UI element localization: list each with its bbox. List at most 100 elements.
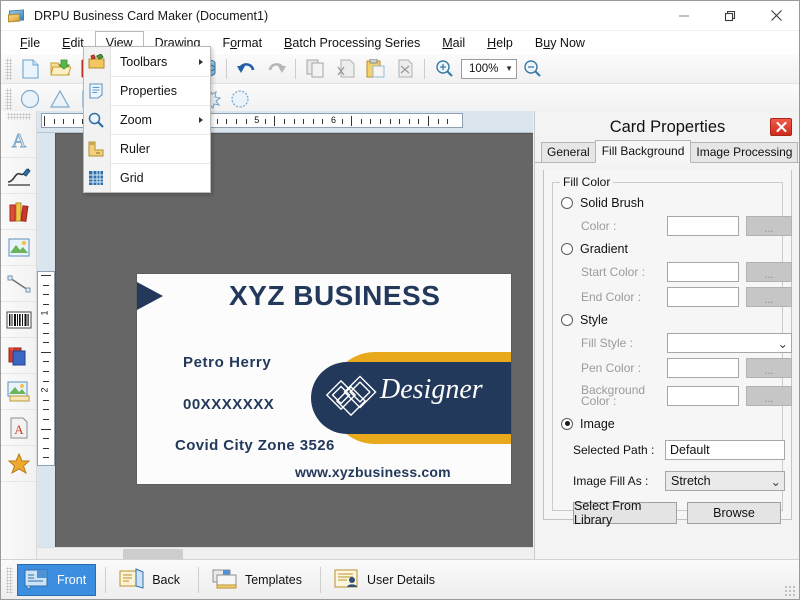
new-document-icon[interactable] bbox=[15, 56, 45, 82]
ruler-label: 5 bbox=[253, 115, 261, 125]
vertical-ruler[interactable]: 1 2 3 bbox=[37, 271, 55, 466]
background-color-input[interactable] bbox=[667, 386, 739, 406]
resize-grip[interactable] bbox=[784, 585, 796, 597]
radio-solid-brush[interactable]: Solid Brush bbox=[561, 193, 774, 212]
open-folder-icon[interactable] bbox=[45, 56, 75, 82]
toolbar-separator bbox=[295, 58, 296, 79]
fill-color-group: Fill Color Solid Brush Color : ... Gradi… bbox=[552, 175, 792, 527]
zoom-level-combo[interactable]: 100% ▼ bbox=[461, 58, 517, 79]
cut-icon[interactable] bbox=[330, 56, 360, 82]
radio-style[interactable]: Style bbox=[561, 310, 774, 329]
menu-item-grid[interactable]: Grid bbox=[89, 163, 210, 192]
color-browse-button[interactable]: ... bbox=[746, 216, 792, 236]
bottom-item-templates[interactable]: Templates bbox=[206, 564, 311, 596]
radio-image[interactable]: Image bbox=[561, 414, 774, 433]
start-color-input[interactable] bbox=[667, 262, 739, 282]
toolbar-grip[interactable] bbox=[5, 87, 12, 110]
ruler-tick bbox=[303, 119, 305, 124]
ruler-tick bbox=[351, 116, 353, 126]
triangle-icon[interactable] bbox=[45, 86, 75, 112]
ruler-tick bbox=[43, 438, 49, 440]
library-tool[interactable] bbox=[1, 194, 36, 230]
ruler-tick bbox=[41, 275, 51, 276]
zoom-out-icon[interactable] bbox=[517, 56, 547, 82]
menu-mail[interactable]: Mail bbox=[431, 31, 476, 54]
menu-format[interactable]: Format bbox=[211, 31, 273, 54]
image-tool[interactable] bbox=[1, 230, 36, 266]
ruler-tick bbox=[284, 119, 285, 124]
paste-icon[interactable] bbox=[360, 56, 390, 82]
bottom-item-user-details[interactable]: User Details bbox=[328, 564, 444, 596]
radio-solid-brush-control[interactable] bbox=[561, 196, 573, 209]
radio-image-label: Image bbox=[580, 416, 615, 431]
zoom-in-icon[interactable] bbox=[429, 56, 459, 82]
panel-close-button[interactable] bbox=[770, 118, 792, 136]
menu-item-properties[interactable]: Properties bbox=[89, 76, 210, 105]
end-color-browse-button[interactable]: ... bbox=[746, 287, 792, 307]
radio-style-control[interactable] bbox=[561, 313, 573, 326]
radio-gradient[interactable]: Gradient bbox=[561, 239, 774, 258]
background-color-browse-button[interactable]: ... bbox=[746, 386, 792, 406]
selected-path-input[interactable]: Default bbox=[665, 440, 785, 460]
scalloped-circle-icon[interactable] bbox=[225, 86, 255, 112]
shape-tool[interactable] bbox=[1, 446, 36, 482]
toolbar-grip[interactable] bbox=[5, 57, 12, 80]
close-icon[interactable] bbox=[753, 1, 799, 31]
ellipse-icon[interactable] bbox=[15, 86, 45, 112]
palette-grip[interactable] bbox=[6, 113, 31, 120]
tab-image-processing[interactable]: Image Processing bbox=[690, 142, 799, 162]
business-card-preview[interactable]: XYZ BUSINESS Designer Petro Herry 00XXXX… bbox=[137, 274, 511, 484]
menu-file[interactable]: File bbox=[9, 31, 51, 54]
pen-color-input[interactable] bbox=[667, 358, 739, 378]
restore-icon[interactable] bbox=[707, 1, 753, 31]
card-website[interactable]: www.xyzbusiness.com bbox=[295, 464, 451, 480]
menu-item-toolbars[interactable]: Toolbars bbox=[88, 47, 210, 76]
fill-style-combo[interactable]: ⌄ bbox=[667, 333, 792, 353]
field-background-color: Background Color : ... bbox=[561, 382, 792, 410]
delete-icon[interactable] bbox=[390, 56, 420, 82]
text-tool[interactable]: A bbox=[1, 122, 36, 158]
color-value-input[interactable] bbox=[667, 216, 739, 236]
ruler-label: 3 bbox=[39, 464, 50, 465]
card-phone[interactable]: 00XXXXXXX bbox=[183, 396, 274, 413]
barcode-tool[interactable] bbox=[1, 302, 36, 338]
pen-color-browse-button[interactable]: ... bbox=[746, 358, 792, 378]
card-badge-word[interactable]: Designer bbox=[380, 374, 483, 406]
bottom-item-back[interactable]: Back bbox=[113, 564, 189, 596]
tab-fill-background[interactable]: Fill Background bbox=[594, 140, 692, 163]
design-surface[interactable]: XYZ BUSINESS Designer Petro Herry 00XXXX… bbox=[55, 133, 533, 561]
menu-buy-now[interactable]: Buy Now bbox=[524, 31, 596, 54]
card-person-name[interactable]: Petro Herry bbox=[183, 354, 271, 371]
menu-help[interactable]: Help bbox=[476, 31, 524, 54]
signature-tool[interactable] bbox=[1, 158, 36, 194]
browse-button[interactable]: Browse bbox=[687, 502, 781, 524]
end-color-input[interactable] bbox=[667, 287, 739, 307]
bottom-bar-grip[interactable] bbox=[6, 566, 13, 593]
card-address[interactable]: Covid City Zone 3526 bbox=[175, 437, 335, 454]
ruler-tick bbox=[41, 428, 51, 430]
line-tool[interactable] bbox=[1, 266, 36, 302]
bottom-item-front[interactable]: Front bbox=[17, 563, 97, 596]
menu-item-zoom[interactable]: Zoom bbox=[88, 105, 210, 134]
minimize-icon[interactable] bbox=[661, 1, 707, 31]
start-color-browse-button[interactable]: ... bbox=[746, 262, 792, 282]
chevron-down-icon[interactable]: ▼ bbox=[505, 64, 513, 73]
watermark-tool[interactable]: A bbox=[1, 410, 36, 446]
select-from-library-button[interactable]: Select From Library bbox=[573, 499, 677, 527]
menu-batch-processing-series[interactable]: Batch Processing Series bbox=[273, 31, 431, 54]
radio-gradient-control[interactable] bbox=[561, 242, 573, 255]
radio-image-control[interactable] bbox=[561, 417, 573, 430]
background-image-tool[interactable] bbox=[1, 374, 36, 410]
image-fill-as-combo[interactable]: Stretch ⌄ bbox=[665, 471, 785, 491]
ruler-tick bbox=[53, 119, 55, 124]
left-tool-palette: A A bbox=[1, 111, 37, 559]
redo-icon[interactable] bbox=[261, 56, 291, 82]
copy-icon[interactable] bbox=[300, 56, 330, 82]
tab-general[interactable]: General bbox=[541, 142, 596, 162]
ruler-tick bbox=[274, 116, 276, 126]
card-title[interactable]: XYZ BUSINESS bbox=[229, 280, 440, 312]
menu-item-ruler[interactable]: Ruler bbox=[88, 134, 210, 163]
undo-icon[interactable] bbox=[231, 56, 261, 82]
ruler-icon bbox=[87, 140, 105, 158]
layers-tool[interactable] bbox=[1, 338, 36, 374]
